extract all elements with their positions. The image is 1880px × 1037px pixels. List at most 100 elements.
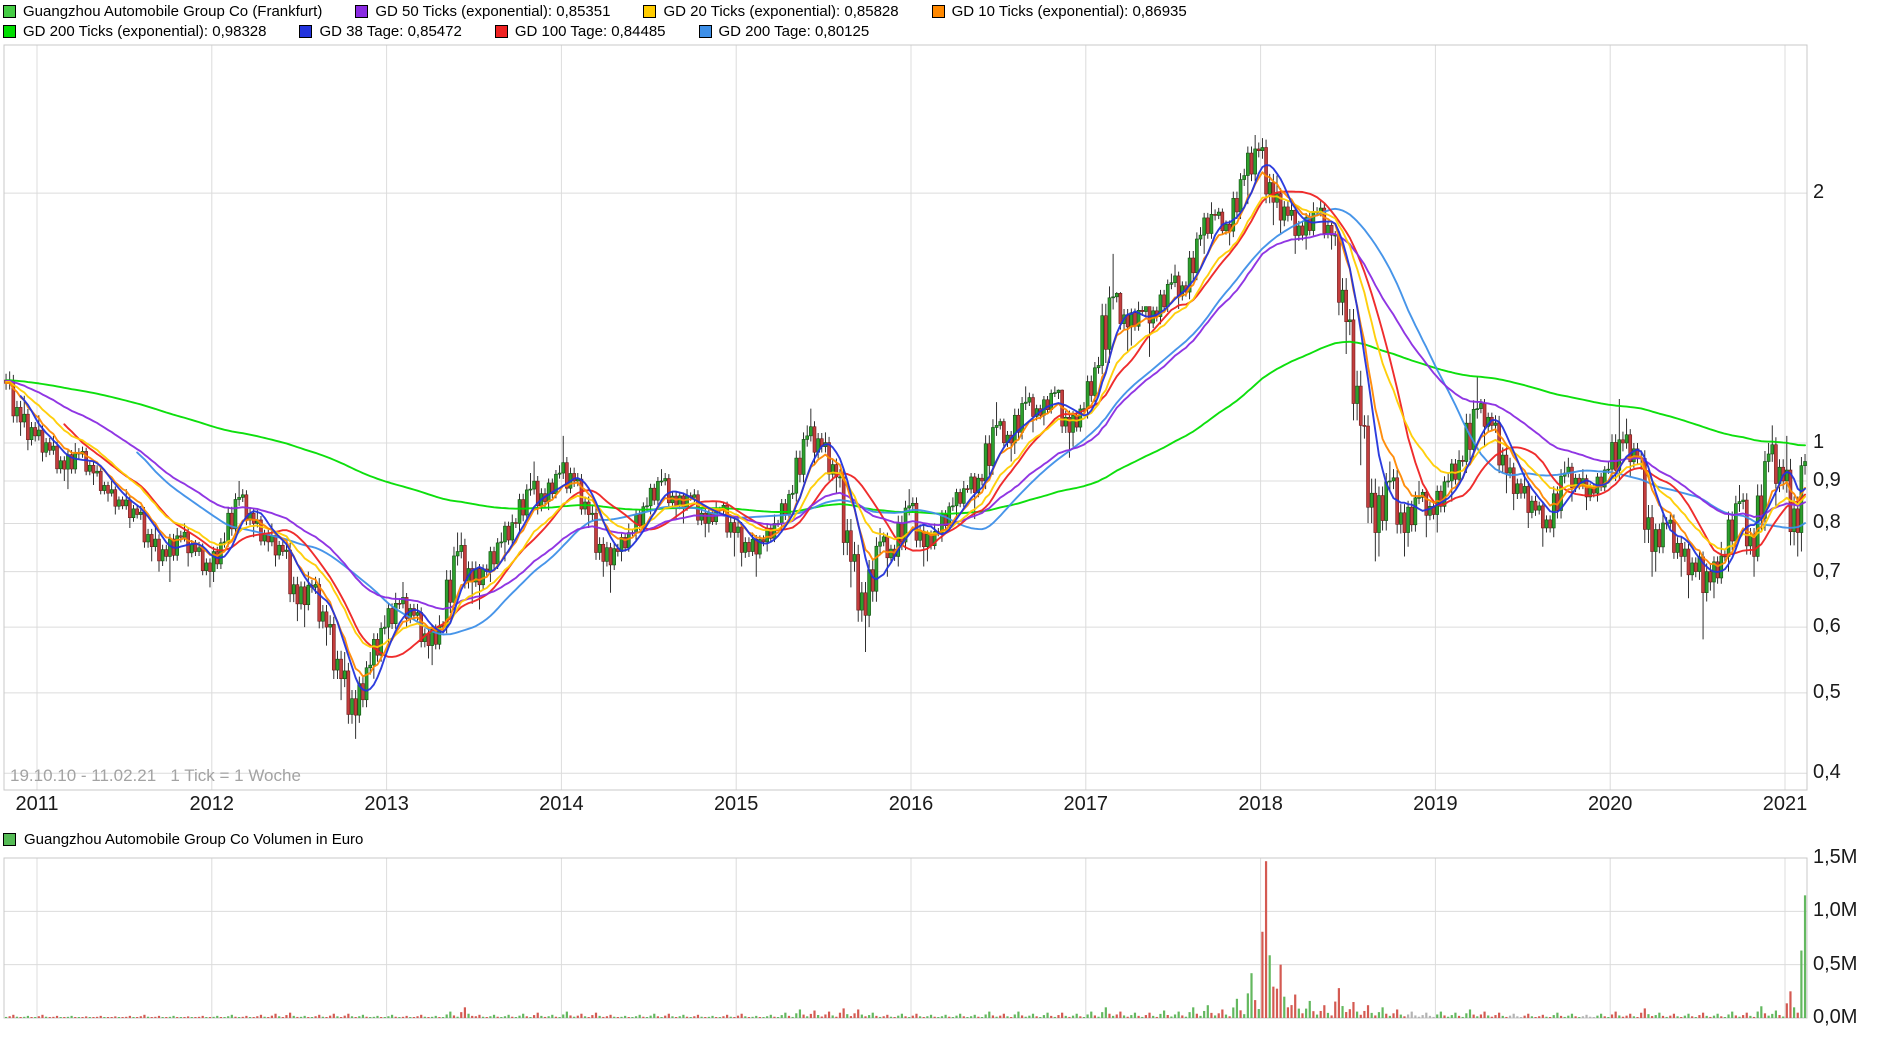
volume-bar	[478, 1015, 480, 1018]
legend-item: GD 38 Tage: 0,85472	[299, 23, 461, 40]
candle-down	[41, 430, 44, 452]
candle-up	[300, 587, 303, 604]
volume-bar	[722, 1016, 724, 1018]
candle-up	[908, 506, 911, 508]
volume-bar	[890, 1017, 892, 1018]
candle-up	[456, 552, 459, 556]
volume-bar	[187, 1016, 189, 1018]
volume-bar	[1655, 1015, 1657, 1018]
year-axis-label: 2018	[1216, 793, 1306, 816]
volume-bar	[1414, 1015, 1416, 1018]
candle-up	[1691, 563, 1694, 575]
candle-up	[1676, 543, 1679, 552]
legend-label: GD 100 Tage: 0,84485	[515, 23, 666, 40]
candle-down	[1410, 507, 1413, 525]
candle-up	[365, 668, 368, 700]
volume-bar	[1473, 1015, 1475, 1018]
candle-up	[37, 430, 40, 436]
candle-up	[951, 506, 954, 507]
candle-up	[1283, 207, 1286, 220]
candle-up	[1210, 214, 1213, 233]
volume-bar	[1138, 1016, 1140, 1018]
volume-bar	[1422, 1015, 1424, 1018]
volume-bar	[12, 1015, 14, 1018]
volume-bar	[988, 1012, 990, 1018]
volume-bar	[737, 1016, 739, 1018]
candle-up	[125, 500, 128, 506]
volume-bar	[220, 1017, 222, 1018]
volume-bar	[1505, 1017, 1507, 1018]
candle-up	[329, 624, 332, 627]
volume-bar	[1116, 1014, 1118, 1018]
candle-up	[1195, 239, 1198, 273]
candle-up	[1538, 506, 1541, 510]
volume-axis-label: 1,0M	[1813, 899, 1857, 922]
volume-bar	[384, 1017, 386, 1018]
volume-bar	[701, 1017, 703, 1018]
volume-bar	[773, 1017, 775, 1018]
candle-down	[1709, 572, 1712, 582]
candle-up	[656, 481, 659, 500]
candle-down	[1148, 307, 1151, 323]
volume-bar	[715, 1017, 717, 1018]
legend-label: GD 20 Ticks (exponential): 0,85828	[663, 3, 898, 20]
candle-down	[398, 603, 401, 604]
volume-bar	[460, 1012, 462, 1018]
ma-line-gd20t	[6, 196, 1805, 647]
volume-bar	[894, 1017, 896, 1018]
candle-up	[307, 585, 310, 605]
volume-bar	[1560, 1016, 1562, 1018]
volume-bar	[1196, 1014, 1198, 1018]
volume-bar	[242, 1017, 244, 1018]
volume-bar	[267, 1017, 269, 1018]
candle-down	[107, 485, 110, 493]
volume-bar	[1010, 1017, 1012, 1018]
candle-down	[1505, 455, 1508, 473]
candle-down	[187, 532, 190, 553]
candle-up	[132, 509, 135, 518]
volume-bar	[941, 1016, 943, 1018]
candle-up	[489, 552, 492, 572]
volume-bar	[1025, 1017, 1027, 1018]
volume-bar	[1575, 1016, 1577, 1018]
candle-up	[1108, 298, 1111, 350]
volume-bar	[424, 1017, 426, 1018]
volume-bar	[365, 1017, 367, 1018]
candle-up	[1418, 497, 1421, 498]
volume-bar	[642, 1017, 644, 1018]
volume-bar	[333, 1014, 335, 1018]
candle-up	[1611, 442, 1614, 469]
volume-bar	[205, 1017, 207, 1018]
volume-bar	[759, 1017, 761, 1018]
volume-bar	[1090, 1012, 1092, 1018]
volume-bar	[1003, 1014, 1005, 1018]
candle-up	[168, 539, 171, 556]
volume-bar	[518, 1016, 520, 1018]
volume-bar	[23, 1017, 25, 1018]
volume-bar	[1400, 1015, 1402, 1018]
volume-bar	[358, 1016, 360, 1018]
volume-bar	[1520, 1017, 1522, 1018]
year-axis-label: 2011	[0, 793, 82, 816]
volume-bar	[260, 1015, 262, 1018]
candle-down	[1119, 293, 1122, 323]
volume-bar	[1229, 1016, 1231, 1018]
volume-bar	[1720, 1016, 1722, 1018]
candle-down	[303, 587, 306, 605]
year-axis-label: 2013	[342, 793, 432, 816]
candle-up	[460, 545, 463, 551]
volume-bar	[977, 1017, 979, 1018]
volume-bar	[1636, 1017, 1638, 1018]
volume-bar	[1768, 1016, 1770, 1018]
volume-bar	[551, 1015, 553, 1018]
volume-bar	[1440, 1012, 1442, 1018]
candle-up	[879, 542, 882, 546]
candlesticks	[5, 135, 1807, 739]
volume-bar	[1724, 1017, 1726, 1018]
candle-down	[798, 458, 801, 474]
volume-bar	[1749, 1016, 1751, 1018]
candle-down	[165, 550, 168, 557]
year-axis-label: 2017	[1041, 793, 1131, 816]
volume-bar	[945, 1015, 947, 1018]
volume-bar	[915, 1014, 917, 1018]
